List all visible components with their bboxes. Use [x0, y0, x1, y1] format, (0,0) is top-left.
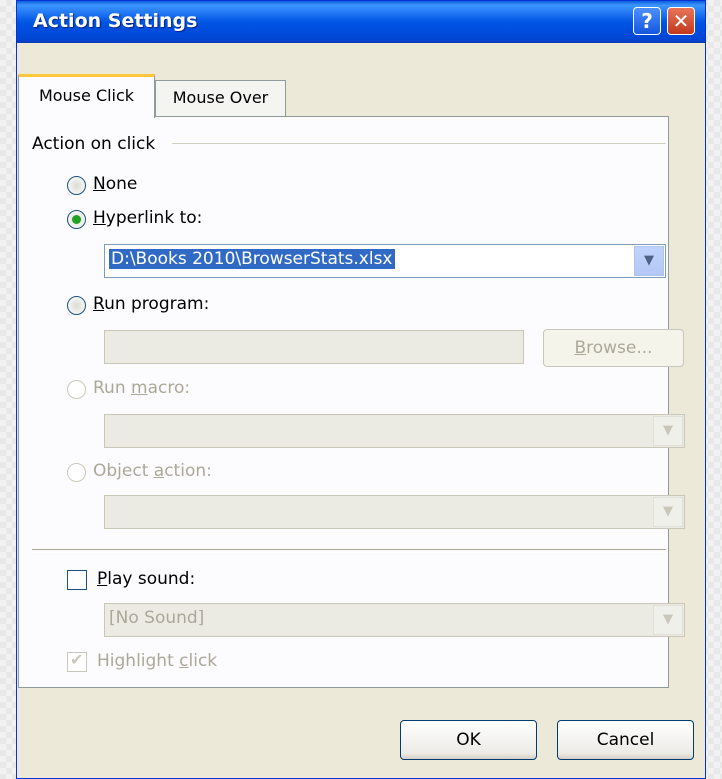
help-icon: ?	[641, 9, 653, 33]
object-action-combo[interactable]: ▼	[104, 495, 685, 529]
program-path-input[interactable]	[104, 330, 524, 364]
hyperlink-label[interactable]: Hyperlink to:	[93, 208, 202, 228]
run-macro-radio[interactable]	[67, 380, 86, 399]
tab-mouse-click[interactable]: Mouse Click	[18, 74, 155, 118]
hyperlink-value: D:\Books 2010\BrowserStats.xlsx	[109, 249, 395, 269]
sound-combo[interactable]: [No Sound] ▼	[104, 603, 685, 637]
hyperlink-radio[interactable]	[67, 210, 86, 229]
group-divider	[172, 143, 666, 144]
highlight-click-checkbox[interactable]: ✔	[67, 650, 87, 672]
hyperlink-combo[interactable]: D:\Books 2010\BrowserStats.xlsx ▼	[104, 244, 666, 278]
cancel-button[interactable]: Cancel	[557, 720, 694, 760]
play-sound-checkbox[interactable]	[67, 570, 87, 590]
highlight-click-label: Highlight click	[97, 651, 218, 671]
object-action-label: Object action:	[93, 461, 212, 481]
chevron-down-icon[interactable]: ▼	[653, 605, 683, 635]
browse-button[interactable]: Browse...	[543, 329, 684, 367]
chevron-down-icon[interactable]: ▼	[653, 497, 683, 527]
object-action-radio[interactable]	[67, 463, 86, 482]
dialog-title: Action Settings	[33, 10, 198, 32]
run-program-label[interactable]: Run program:	[93, 294, 209, 314]
ok-button[interactable]: OK	[400, 720, 537, 760]
sound-value: [No Sound]	[109, 608, 205, 628]
run-program-radio[interactable]	[67, 296, 86, 315]
checkmark-icon: ✔	[70, 650, 84, 669]
section-divider	[32, 549, 666, 553]
title-bar[interactable]: Action Settings ? ✕	[17, 1, 705, 43]
play-sound-label[interactable]: Play sound:	[97, 569, 195, 589]
close-button[interactable]: ✕	[667, 7, 695, 35]
none-label[interactable]: None	[93, 174, 137, 194]
group-title: Action on click	[32, 134, 156, 154]
chevron-down-icon[interactable]: ▼	[634, 246, 664, 276]
run-macro-label: Run macro:	[93, 378, 191, 398]
macro-combo[interactable]: ▼	[104, 414, 685, 448]
tab-mouse-over[interactable]: Mouse Over	[155, 80, 286, 116]
help-button[interactable]: ?	[633, 7, 661, 35]
chevron-down-icon[interactable]: ▼	[653, 416, 683, 446]
close-icon: ✕	[672, 9, 690, 33]
none-radio[interactable]	[67, 176, 86, 195]
